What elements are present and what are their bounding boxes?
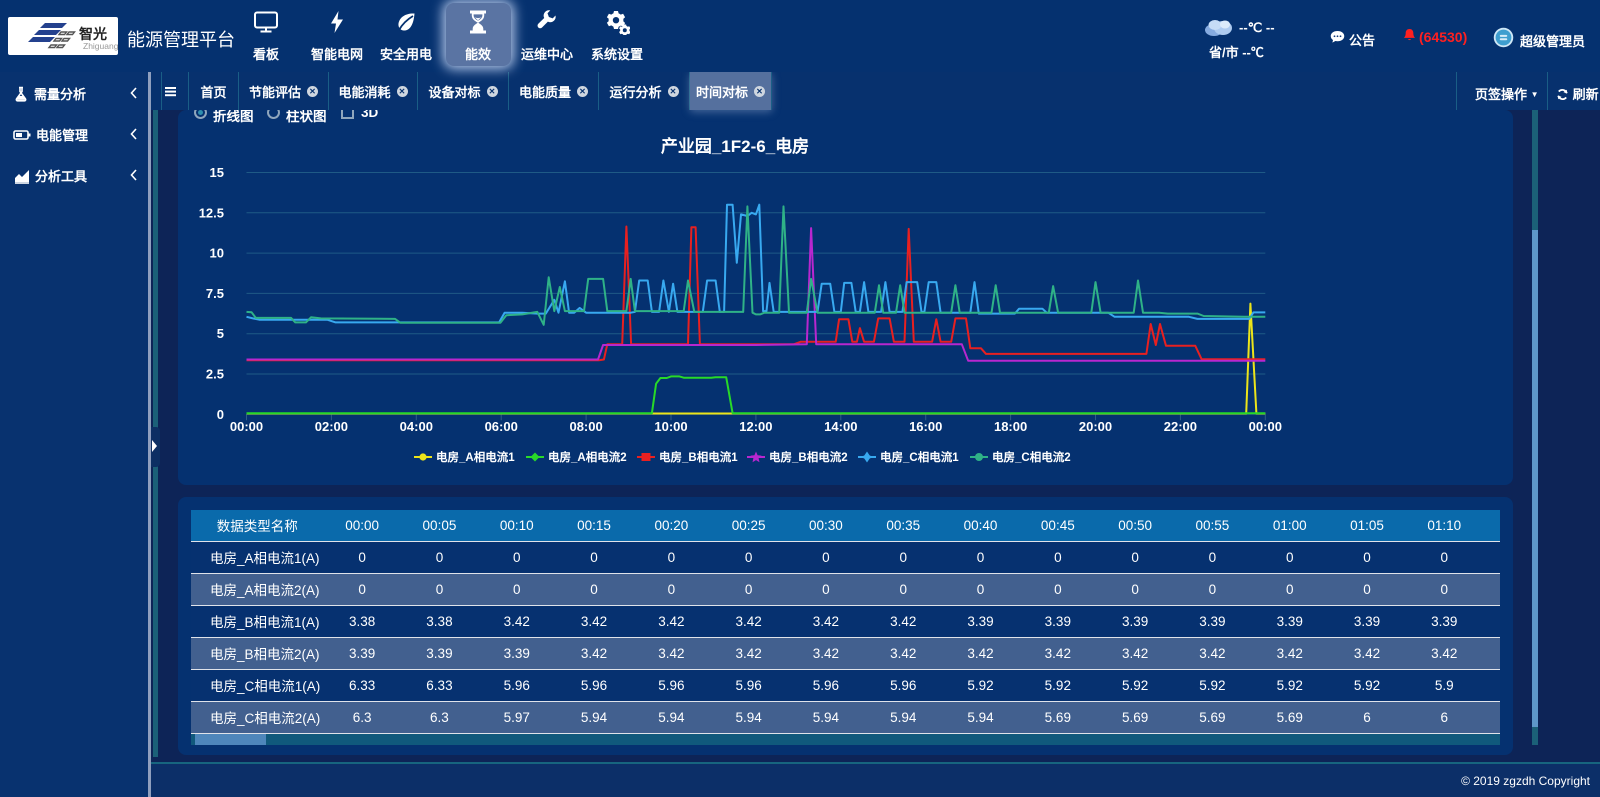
svg-text:16:00: 16:00 [909, 419, 942, 434]
svg-text:20:00: 20:00 [1079, 419, 1112, 434]
svg-text:10: 10 [210, 246, 224, 261]
svg-text:2.5: 2.5 [206, 367, 224, 382]
svg-text:00:00: 00:00 [1249, 419, 1282, 434]
svg-text:00:00: 00:00 [230, 419, 263, 434]
svg-text:06:00: 06:00 [485, 419, 518, 434]
svg-text:02:00: 02:00 [315, 419, 348, 434]
svg-text:22:00: 22:00 [1164, 419, 1197, 434]
svg-text:5: 5 [217, 326, 224, 341]
svg-text:04:00: 04:00 [400, 419, 433, 434]
svg-text:智光: 智光 [78, 26, 107, 42]
svg-text:7.5: 7.5 [206, 286, 224, 301]
svg-text:10:00: 10:00 [654, 419, 687, 434]
svg-text:14:00: 14:00 [824, 419, 857, 434]
svg-text:Zhiguang: Zhiguang [83, 41, 118, 51]
svg-text:08:00: 08:00 [569, 419, 602, 434]
svg-text:12:00: 12:00 [739, 419, 772, 434]
svg-text:18:00: 18:00 [994, 419, 1027, 434]
svg-text:15: 15 [210, 165, 224, 180]
svg-text:0: 0 [217, 407, 224, 422]
svg-text:12.5: 12.5 [199, 205, 224, 220]
